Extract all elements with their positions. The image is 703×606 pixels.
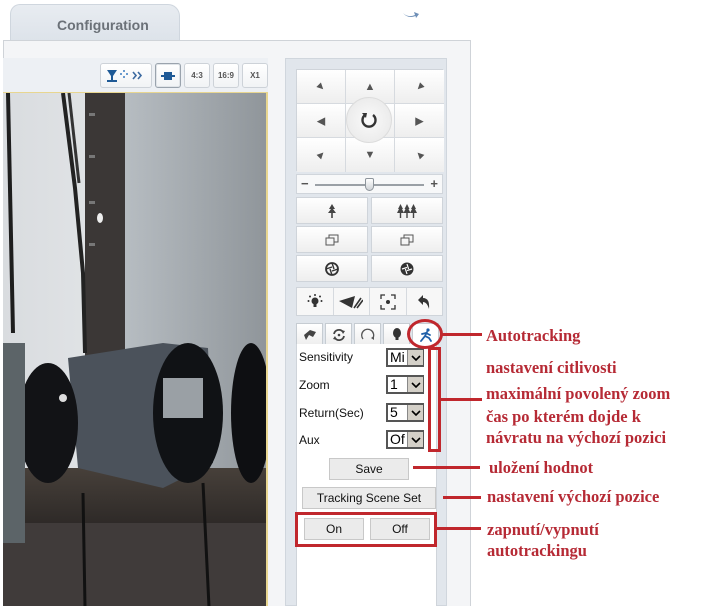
- return-sec-select[interactable]: 5: [386, 403, 424, 422]
- ptz-down-left-button[interactable]: ▲: [297, 138, 346, 172]
- focus-far-icon: [400, 234, 414, 245]
- live-video[interactable]: [3, 92, 268, 606]
- annotation-scene: nastavení výchozí pozice: [487, 487, 660, 506]
- aux-label: Aux: [299, 433, 320, 447]
- annotation-onoff-line2: autotrackingu: [487, 541, 587, 560]
- ratio-16-9-button[interactable]: 16:9: [213, 63, 239, 88]
- focus-frame-icon: [380, 293, 396, 310]
- forest-icon: [397, 203, 417, 218]
- fit-window-icon: [161, 71, 175, 80]
- refresh-icon: [361, 113, 377, 128]
- original-size-button[interactable]: X1: [242, 63, 268, 88]
- ptz-up-left-button[interactable]: ▼: [297, 70, 346, 104]
- arrow-down-left-icon: ▲: [312, 146, 330, 164]
- annotation-zoom: maximální povolený zoom: [486, 384, 671, 403]
- light-button[interactable]: [297, 288, 334, 315]
- app-window: Configuration 4:3 16:9 X1 ▼ ▲ ▼ ◀ ▶ ▲ ▼ …: [0, 0, 703, 606]
- annotation-line: [413, 466, 480, 469]
- speed-plus-button[interactable]: +: [430, 176, 438, 191]
- chevron-down-icon: [407, 377, 423, 392]
- return-button[interactable]: [407, 288, 443, 315]
- zoom-label: Zoom: [299, 378, 330, 392]
- aux-value: Of: [390, 431, 405, 447]
- annotation-circle-autotracking: [407, 319, 443, 349]
- annotation-return-line1: čas po kterém dojde k: [486, 407, 641, 426]
- arrow-up-left-icon: ▼: [312, 78, 330, 95]
- annotation-line: [442, 333, 482, 336]
- cruise-icon: [332, 328, 345, 341]
- zoom-in-button[interactable]: [296, 197, 368, 224]
- ptz-expand-button[interactable]: [100, 63, 152, 88]
- tab-preset[interactable]: [296, 323, 323, 345]
- iris-close-icon: [400, 262, 414, 275]
- annotation-sensitivity: nastavení citlivosti: [486, 358, 617, 377]
- tracking-scene-set-button[interactable]: Tracking Scene Set: [302, 487, 436, 509]
- iris-open-button[interactable]: [296, 255, 368, 282]
- preset-flag-icon: [303, 329, 316, 340]
- tab-light[interactable]: [383, 323, 410, 345]
- ptz-down-button[interactable]: ▼: [346, 138, 395, 172]
- annotation-onoff-line1: zapnutí/vypnutí: [487, 520, 599, 539]
- sensitivity-value: Mi: [390, 349, 405, 365]
- sensitivity-label: Sensitivity: [299, 350, 354, 364]
- ptz-expand-icon: [107, 69, 143, 82]
- save-button[interactable]: Save: [329, 458, 409, 480]
- zoom-value: 1: [390, 376, 398, 392]
- lens-controls: [296, 197, 443, 283]
- annotation-save: uložení hodnot: [489, 458, 594, 477]
- annotation-line: [436, 527, 481, 530]
- tab-configuration-label: Configuration: [57, 17, 149, 33]
- pattern-icon: [360, 328, 374, 340]
- tab-cruise[interactable]: [325, 323, 352, 345]
- wiper-button[interactable]: [334, 288, 370, 315]
- iris-open-icon: [325, 261, 339, 276]
- speed-thumb[interactable]: [365, 178, 374, 191]
- chevron-down-icon: [407, 432, 423, 447]
- ratio-4-3-button[interactable]: 4:3: [184, 63, 210, 88]
- camera-feed-image: [3, 93, 266, 606]
- annotation-box-onoff: [295, 512, 437, 547]
- arrow-down-right-icon: ▲: [411, 146, 428, 164]
- iris-close-button[interactable]: [371, 255, 443, 282]
- tab-configuration[interactable]: Configuration: [10, 4, 180, 40]
- ptz-speed-slider[interactable]: − +: [296, 174, 443, 194]
- annotation-line: [440, 398, 482, 401]
- tab-pattern[interactable]: [354, 323, 381, 345]
- undo-arrow-icon: [418, 294, 430, 309]
- focus-near-icon: [325, 234, 339, 245]
- ptz-right-button[interactable]: ▶: [395, 104, 444, 138]
- focus-far-button[interactable]: [371, 226, 443, 253]
- aux-controls: [296, 287, 443, 316]
- annotation-return-line2: návratu na výchozí pozici: [486, 428, 667, 447]
- return-arrow-icon[interactable]: [402, 9, 420, 19]
- arrow-left-icon: ◀: [316, 115, 326, 127]
- single-tree-icon: [328, 203, 336, 218]
- ptz-up-right-button[interactable]: ▼: [395, 70, 444, 104]
- chevron-down-icon: [407, 405, 423, 420]
- annotation-autotracking: Autotracking: [486, 326, 581, 345]
- arrow-down-icon: ▼: [364, 149, 376, 161]
- annotation-line: [443, 496, 481, 499]
- return-sec-value: 5: [390, 404, 398, 420]
- light-bulb-icon: [307, 293, 323, 307]
- zoom-select[interactable]: 1: [386, 375, 424, 394]
- zoom-out-button[interactable]: [371, 197, 443, 224]
- arrow-up-icon: ▲: [364, 80, 376, 93]
- sensitivity-select[interactable]: Mi: [386, 348, 424, 367]
- speed-minus-button[interactable]: −: [301, 176, 309, 191]
- ptz-auto-scan-button[interactable]: [346, 97, 392, 143]
- return-sec-label: Return(Sec): [299, 406, 364, 420]
- bulb-icon: [392, 327, 401, 340]
- arrow-up-right-icon: ▼: [411, 78, 428, 95]
- wiper-icon: [339, 295, 364, 308]
- focus-near-button[interactable]: [296, 226, 368, 253]
- chevron-down-icon: [407, 350, 423, 365]
- one-touch-focus-button[interactable]: [370, 288, 407, 315]
- ptz-left-button[interactable]: ◀: [297, 104, 346, 138]
- aux-select[interactable]: Of: [386, 430, 424, 449]
- arrow-right-icon: ▶: [415, 115, 424, 127]
- ptz-down-right-button[interactable]: ▲: [395, 138, 444, 172]
- fit-window-button[interactable]: [155, 63, 181, 88]
